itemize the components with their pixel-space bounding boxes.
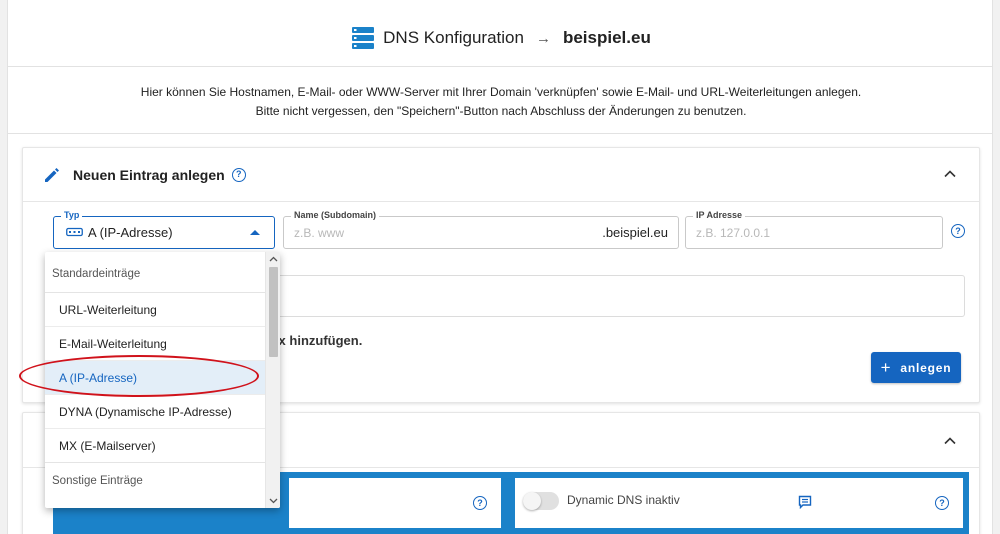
caret-up-icon — [250, 230, 260, 235]
intro-line-1: Hier können Sie Hostnamen, E-Mail- oder … — [140, 85, 862, 99]
dynamic-dns-box: Dynamic DNS inaktiv ? — [515, 478, 963, 528]
help-circle-icon[interactable]: ? — [231, 167, 246, 182]
dropdown-scrollbar[interactable] — [265, 252, 280, 508]
note-icon[interactable] — [798, 495, 812, 510]
type-dropdown-menu: Standardeinträge URL-Weiterleitung E-Mai… — [45, 252, 280, 508]
dns-record-icon — [66, 225, 83, 240]
add-entry-button[interactable]: + anlegen — [871, 352, 961, 383]
scrollbar-thumb[interactable] — [269, 267, 278, 357]
type-select[interactable]: Typ A (IP-Adresse) — [53, 209, 275, 249]
scroll-up-icon[interactable] — [266, 252, 280, 266]
new-entry-title: Neuen Eintrag anlegen — [73, 166, 225, 183]
arrow-right-icon: → — [535, 29, 551, 47]
ip-address-input[interactable]: z.B. 127.0.0.1 — [696, 226, 770, 240]
subdomain-label: Name (Subdomain) — [291, 209, 380, 221]
scroll-down-icon[interactable] — [266, 494, 280, 508]
option-dyna-record[interactable]: DYNA (Dynamische IP-Adresse) — [45, 394, 265, 428]
option-url-forward[interactable]: URL-Weiterleitung — [45, 292, 265, 326]
suffix-hint-text: ifix hinzufügen. — [267, 333, 363, 348]
help-circle-icon[interactable]: ? — [473, 496, 487, 510]
server-icon — [351, 26, 375, 50]
help-circle-icon[interactable]: ? — [951, 224, 965, 238]
ip-address-label: IP Adresse — [693, 209, 746, 221]
intro-text: Hier können Sie Hostnamen, E-Mail- oder … — [8, 68, 992, 134]
dynamic-dns-toggle[interactable] — [523, 492, 559, 510]
group-standard: Standardeinträge — [52, 268, 141, 280]
pencil-icon — [43, 166, 61, 184]
dynamic-dns-label: Dynamic DNS inaktiv — [567, 493, 680, 507]
record-box: ? — [289, 478, 501, 528]
option-a-record[interactable]: A (IP-Adresse) — [45, 360, 265, 394]
page-title: DNS Konfiguration — [383, 28, 524, 47]
option-mx-record[interactable]: MX (E-Mailserver) — [45, 428, 265, 462]
domain-suffix: .beispiel.eu — [602, 225, 668, 240]
page-header: DNS Konfiguration → beispiel.eu — [8, 10, 992, 67]
dropdown-list: Standardeinträge URL-Weiterleitung E-Mai… — [45, 252, 265, 508]
subdomain-input[interactable]: z.B. www — [294, 226, 344, 240]
domain-name: beispiel.eu — [562, 28, 651, 47]
type-label: Typ — [61, 209, 83, 221]
chevron-up-icon[interactable] — [943, 434, 957, 448]
help-circle-icon[interactable]: ? — [935, 496, 949, 510]
group-other: Sonstige Einträge — [45, 462, 265, 498]
chevron-up-icon[interactable] — [943, 167, 957, 181]
plus-icon: + — [880, 358, 892, 377]
toggle-knob — [523, 492, 541, 510]
new-entry-header[interactable]: Neuen Eintrag anlegen ? — [23, 148, 979, 202]
type-value: A (IP-Adresse) — [88, 225, 173, 240]
ip-address-field[interactable]: IP Adresse z.B. 127.0.0.1 — [685, 209, 943, 249]
option-email-forward[interactable]: E-Mail-Weiterleitung — [45, 326, 265, 360]
subdomain-field[interactable]: Name (Subdomain) z.B. www .beispiel.eu — [283, 209, 679, 249]
add-entry-label: anlegen — [900, 360, 952, 375]
intro-line-2: Bitte nicht vergessen, den "Speichern"-B… — [255, 104, 747, 118]
